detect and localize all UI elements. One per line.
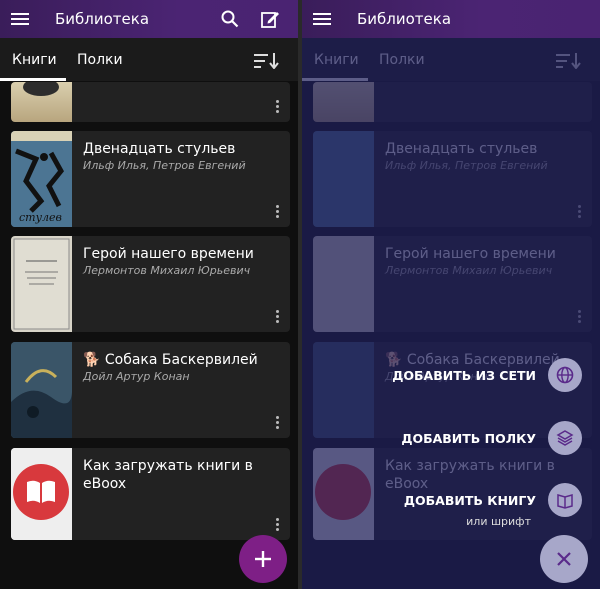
more-icon[interactable] [276, 518, 280, 532]
book-card[interactable]: стулев Двенадцать стульев Ильф Илья, Пет… [11, 131, 290, 227]
add-shelf-label: ДОБАВИТЬ ПОЛКУ [401, 430, 536, 446]
book-cover [11, 342, 72, 438]
book-author: Ильф Илья, Петров Евгений [83, 159, 246, 172]
more-icon[interactable] [276, 100, 280, 114]
more-icon[interactable] [276, 416, 280, 430]
globe-icon[interactable] [548, 358, 582, 392]
add-fab[interactable] [239, 535, 287, 583]
layers-icon[interactable] [548, 421, 582, 455]
book-cover [11, 236, 72, 332]
add-from-web-label: ДОБАВИТЬ ИЗ СЕТИ [392, 367, 536, 383]
book-cover [11, 448, 72, 540]
add-book-label: ДОБАВИТЬ КНИГУ [403, 492, 536, 508]
book-open-icon[interactable] [548, 483, 582, 517]
book-author: Лермонтов Михаил Юрьевич [83, 264, 251, 277]
tab-books[interactable]: Книги [12, 52, 57, 68]
svg-text:стулев: стулев [19, 211, 62, 224]
add-shelf-item[interactable]: ДОБАВИТЬ ПОЛКУ [401, 421, 582, 455]
search-icon[interactable] [218, 7, 242, 31]
library-screen-menu-open: Библиотека Книги Полки Двенадцать стулье… [302, 0, 600, 589]
plus-icon [255, 551, 271, 567]
tab-shelves[interactable]: Полки [77, 52, 123, 68]
book-card[interactable] [11, 82, 290, 122]
book-title: Как загружать книги в eBoox [83, 458, 253, 492]
add-from-web-item[interactable]: ДОБАВИТЬ ИЗ СЕТИ [392, 358, 582, 392]
menu-icon[interactable] [11, 12, 31, 26]
close-fab[interactable] [540, 535, 588, 583]
book-card[interactable]: Герой нашего времени Лермонтов Михаил Юр… [11, 236, 290, 332]
add-book-item[interactable]: ДОБАВИТЬ КНИГУ [404, 483, 582, 517]
add-book-sublabel: или шрифт [466, 515, 531, 528]
book-card[interactable]: 🐕 Собака Баскервилей Дойл Артур Конан [11, 342, 290, 438]
tab-indicator [0, 78, 66, 81]
book-author: Дойл Артур Конан [83, 370, 190, 383]
sort-icon[interactable] [254, 53, 280, 69]
app-bar: Библиотека [0, 0, 298, 38]
library-screen: Библиотека Книги Полки стулев Двенадцать… [0, 0, 298, 589]
more-icon[interactable] [276, 205, 280, 219]
app-title: Библиотека [55, 10, 150, 28]
book-title: 🐕 Собака Баскервилей [83, 352, 258, 368]
book-title: Двенадцать стульев [83, 141, 236, 157]
book-cover [11, 82, 72, 122]
book-cover: стулев [11, 131, 72, 227]
close-icon [557, 552, 571, 566]
edit-icon[interactable] [258, 7, 282, 31]
book-card[interactable]: Как загружать книги в eBoox [11, 448, 290, 540]
book-title: Герой нашего времени [83, 246, 254, 262]
more-icon[interactable] [276, 310, 280, 324]
